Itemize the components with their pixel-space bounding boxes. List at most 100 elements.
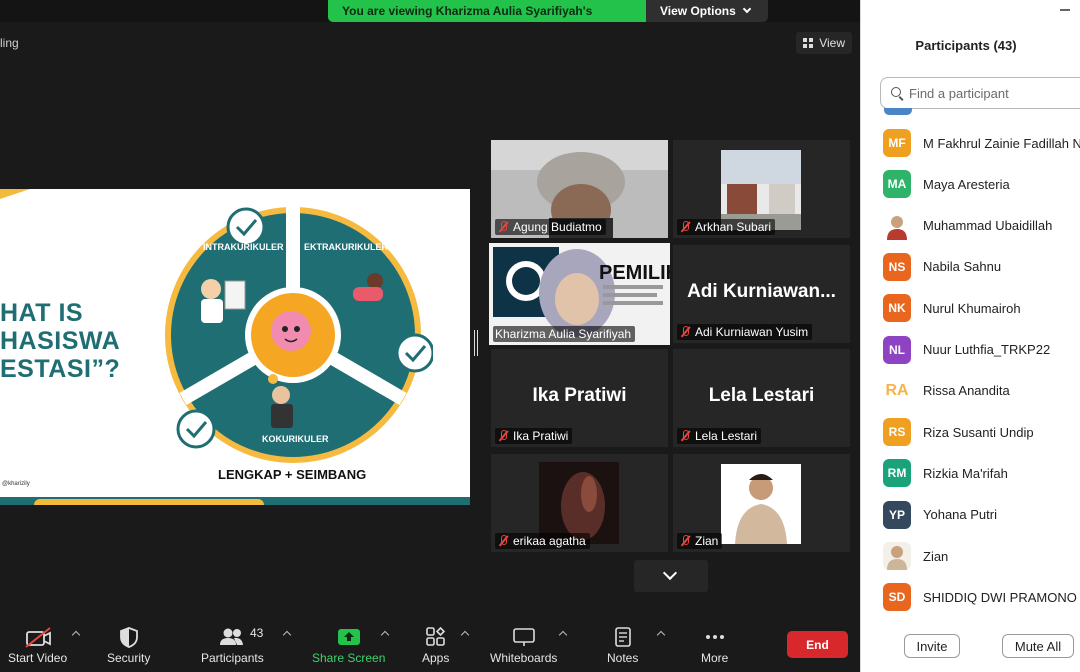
- share-screen-icon: [337, 626, 361, 648]
- partial-avatar: [884, 108, 912, 115]
- kharizma-slide-text: PEMILIH: [599, 262, 670, 284]
- participant-row[interactable]: SD SHIDDIQ DWI PRAMONO J: [883, 582, 1080, 612]
- participant-search-input[interactable]: [909, 85, 1069, 101]
- participant-row[interactable]: MF M Fakhrul Zainie Fadillah N: [883, 128, 1080, 158]
- participant-name: Nurul Khumairoh: [923, 300, 1021, 316]
- mic-muted-icon: [679, 535, 691, 547]
- notes-icon: [613, 626, 633, 648]
- apps-options-caret[interactable]: [460, 630, 470, 640]
- grid-view-icon: [803, 38, 814, 48]
- video-tile-lela[interactable]: Lela Lestari Lela Lestari: [673, 349, 850, 447]
- avatar: MF: [883, 129, 911, 157]
- participant-name-tag: Agung Budiatmo: [495, 219, 606, 235]
- mic-muted-icon: [497, 535, 509, 547]
- video-off-icon: [24, 626, 52, 648]
- avatar: YP: [883, 500, 911, 529]
- participant-name-tag: Arkhan Subari: [677, 219, 776, 235]
- video-tile-arkhan[interactable]: Arkhan Subari: [673, 140, 850, 238]
- participant-name-tag: Ika Pratiwi: [495, 428, 573, 444]
- participants-panel: Participants (43) MF M Fakhrul Zainie Fad…: [860, 0, 1080, 672]
- more-label: More: [701, 651, 729, 665]
- slide-bottom-accent: [34, 499, 264, 505]
- meeting-toolbar: Start Video Security Participants 43 Sha…: [0, 620, 860, 672]
- view-button[interactable]: View: [796, 32, 852, 54]
- apps-icon: [425, 626, 447, 648]
- participant-row[interactable]: RS Riza Susanti Undip: [883, 417, 1080, 447]
- share-banner-message: You are viewing Kharizma Aulia Syarifiya…: [328, 0, 646, 22]
- participant-name: M Fakhrul Zainie Fadillah N: [923, 135, 1080, 151]
- resize-handle[interactable]: [474, 330, 478, 356]
- intrakurikuler-label: INTRAKURIKULER: [203, 242, 284, 252]
- participants-icon: [218, 626, 246, 648]
- more-button[interactable]: More: [701, 626, 728, 665]
- whiteboards-button[interactable]: Whiteboards: [490, 626, 557, 665]
- invite-button[interactable]: Invite: [904, 634, 960, 658]
- participants-label: Participants: [201, 651, 264, 665]
- share-screen-button[interactable]: Share Screen: [312, 626, 385, 665]
- meeting-stage: ling View HAT IS HASISWA ESTASI”? INTRAK…: [0, 22, 860, 620]
- avatar: NS: [883, 252, 911, 281]
- participant-row[interactable]: NS Nabila Sahnu: [883, 252, 1080, 282]
- minimize-panel-icon[interactable]: [1060, 9, 1070, 11]
- avatar: RA: [883, 376, 911, 405]
- shared-screen-content: HAT IS HASISWA ESTASI”? INTRAKURIKULER E…: [0, 189, 470, 505]
- participant-name: Adi Kurniawan Yusim: [695, 325, 809, 339]
- avatar: NK: [883, 294, 911, 323]
- whiteboards-options-caret[interactable]: [558, 630, 568, 640]
- participant-search[interactable]: [880, 77, 1080, 109]
- start-video-label: Start Video: [8, 651, 68, 665]
- notes-options-caret[interactable]: [656, 630, 666, 640]
- video-tile-adi[interactable]: Adi Kurniawan... Adi Kurniawan Yusim: [673, 245, 850, 343]
- participant-row[interactable]: YP Yohana Putri: [883, 500, 1080, 530]
- end-meeting-button[interactable]: End: [787, 631, 848, 658]
- video-tile-ika[interactable]: Ika Pratiwi Ika Pratiwi: [491, 349, 668, 447]
- participant-name: Zian: [695, 534, 719, 548]
- notes-label: Notes: [607, 651, 639, 665]
- slide-footer-text: LENGKAP + SEIMBANG: [218, 467, 367, 482]
- video-tile-agung[interactable]: Agung Budiatmo: [491, 140, 668, 238]
- mic-muted-icon: [497, 221, 509, 233]
- participant-row[interactable]: Zian: [883, 541, 1080, 571]
- participant-row[interactable]: MA Maya Aresteria: [883, 169, 1080, 199]
- participant-row[interactable]: NL Nuur Luthfia_TRKP22: [883, 335, 1080, 365]
- avatar: SD: [883, 583, 911, 612]
- share-screen-label: Share Screen: [312, 651, 386, 665]
- view-options-label: View Options: [660, 4, 736, 18]
- curriculum-wheel-diagram: [165, 207, 433, 463]
- screen-share-banner: You are viewing Kharizma Aulia Syarifiya…: [328, 0, 768, 22]
- security-button[interactable]: Security: [107, 626, 150, 665]
- mic-muted-icon: [679, 221, 691, 233]
- apps-button[interactable]: Apps: [422, 626, 449, 665]
- participant-name: erikaa agatha: [513, 534, 586, 548]
- participants-count: 43: [250, 626, 264, 640]
- participant-name: Arkhan Subari: [695, 220, 772, 234]
- participant-row[interactable]: NK Nurul Khumairoh: [883, 293, 1080, 323]
- participant-name-tag: Zian: [677, 533, 723, 549]
- participant-row[interactable]: RM Rizkia Ma'rifah: [883, 458, 1080, 488]
- chevron-down-icon: [662, 565, 678, 581]
- slide-question: HAT IS HASISWA ESTASI”?: [0, 299, 120, 383]
- notes-button[interactable]: Notes: [607, 626, 638, 665]
- view-label: View: [819, 36, 845, 50]
- participant-name: Muhammad Ubaidillah: [923, 218, 1053, 234]
- participant-row[interactable]: Muhammad Ubaidillah: [883, 211, 1080, 241]
- video-tile-erikaa[interactable]: erikaa agatha: [491, 454, 668, 552]
- more-dots-icon: [703, 626, 727, 648]
- mute-all-button[interactable]: Mute All: [1002, 634, 1074, 658]
- participant-name: Lela Lestari: [695, 429, 758, 443]
- video-tile-zian[interactable]: Zian: [673, 454, 850, 552]
- slide-question-line: ESTASI”?: [0, 355, 121, 383]
- view-options-button[interactable]: View Options: [646, 0, 768, 22]
- participant-row[interactable]: RA Rissa Anandita: [883, 376, 1080, 406]
- participants-options-caret[interactable]: [282, 630, 292, 640]
- mic-muted-icon: [679, 430, 691, 442]
- gallery-scroll-down-button[interactable]: [634, 560, 708, 592]
- avatar: MA: [883, 170, 911, 199]
- video-options-caret[interactable]: [71, 630, 81, 640]
- participant-name: Yohana Putri: [923, 507, 997, 523]
- participant-display-name: Adi Kurniawan...: [687, 281, 836, 302]
- video-tile-kharizma[interactable]: PEMILIH Kharizma Aulia Syarifiyah: [489, 243, 670, 345]
- recording-label: ling: [0, 36, 19, 50]
- start-video-button[interactable]: Start Video: [8, 626, 67, 665]
- mic-muted-icon: [497, 430, 509, 442]
